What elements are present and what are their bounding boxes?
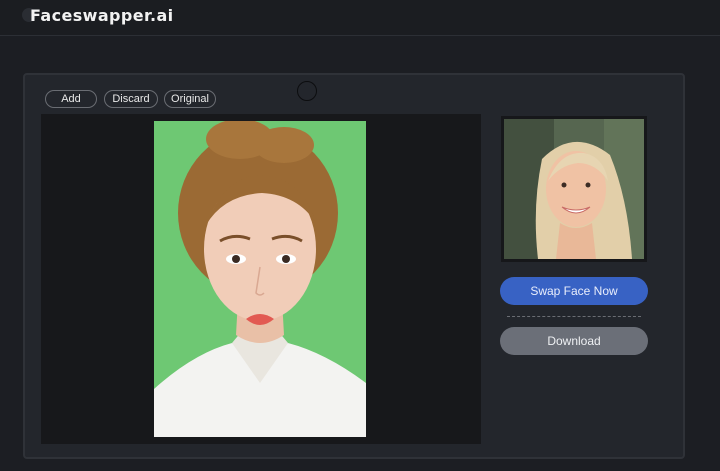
editor-panel: Add Discard Original Swap Face Now Downl… xyxy=(23,73,685,459)
discard-button[interactable]: Discard xyxy=(104,90,158,108)
source-face-image xyxy=(504,119,644,259)
source-portrait-graphic xyxy=(504,119,644,259)
target-image-canvas[interactable] xyxy=(41,114,481,444)
target-portrait-graphic xyxy=(154,121,366,437)
target-face-image xyxy=(154,121,366,437)
brush-size-circle-icon[interactable] xyxy=(297,81,317,101)
top-bar: Faceswapper.ai xyxy=(0,0,720,36)
source-face-frame[interactable] xyxy=(501,116,647,262)
swap-face-button[interactable]: Swap Face Now xyxy=(500,277,648,305)
original-button[interactable]: Original xyxy=(164,90,216,108)
add-button[interactable]: Add xyxy=(45,90,97,108)
download-button[interactable]: Download xyxy=(500,327,648,355)
divider xyxy=(507,316,641,317)
logo[interactable]: Faceswapper.ai xyxy=(30,6,174,25)
